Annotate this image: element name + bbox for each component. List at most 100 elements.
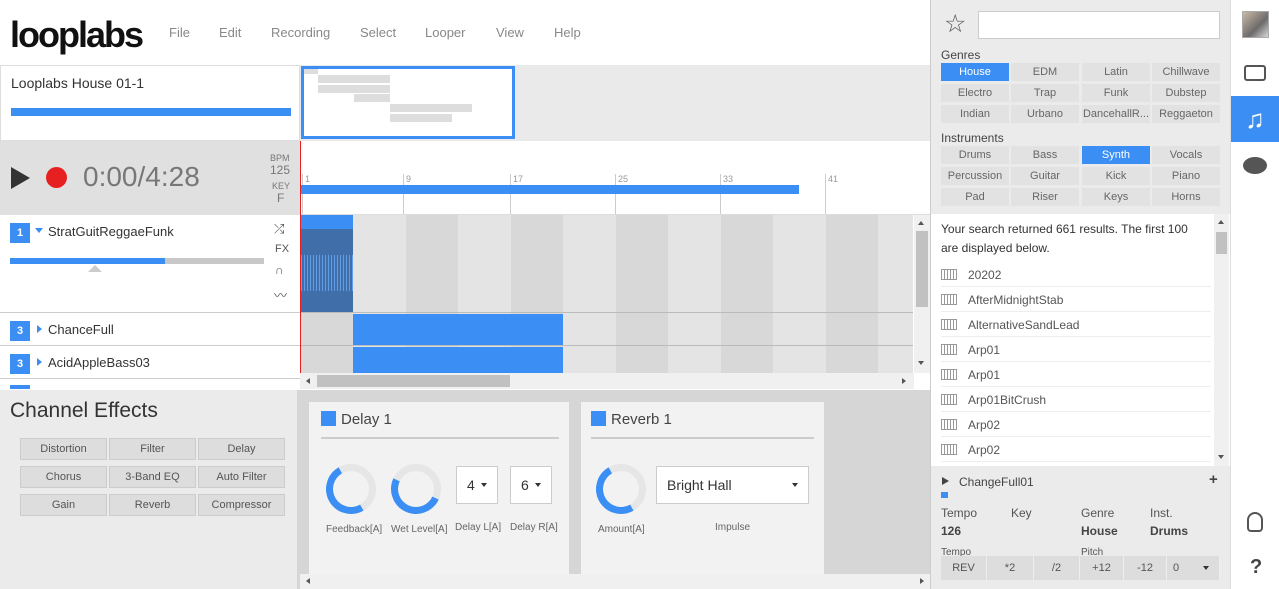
expand-icon[interactable] xyxy=(37,325,42,333)
grid-horizontal-scrollbar[interactable] xyxy=(300,373,914,389)
scroll-thumb[interactable] xyxy=(1216,232,1227,254)
instrument-synth-button[interactable]: Synth xyxy=(1082,146,1150,164)
preview-play-icon[interactable] xyxy=(942,477,949,485)
loop-region-bar[interactable] xyxy=(300,185,799,194)
menu-edit[interactable]: Edit xyxy=(219,25,241,40)
instrument-drums-button[interactable]: Drums xyxy=(941,146,1009,164)
headphones-icon[interactable]: ∩ xyxy=(275,263,284,277)
instrument-bass-button[interactable]: Bass xyxy=(1011,146,1079,164)
fx-autofilter-button[interactable]: Auto Filter xyxy=(198,466,285,488)
scroll-down-icon[interactable] xyxy=(918,361,924,365)
track-header-1[interactable]: 1 StratGuitReggaeFunk ⤮ FX ∩ 〰 xyxy=(0,215,300,313)
wet-level-knob[interactable] xyxy=(383,456,449,522)
fx-icon[interactable]: FX xyxy=(275,243,289,255)
fx-delay-button[interactable]: Delay xyxy=(198,438,285,460)
menu-recording[interactable]: Recording xyxy=(271,25,330,40)
genre-reggaeton-button[interactable]: Reggaeton xyxy=(1152,105,1220,123)
fx-eq-button[interactable]: 3-Band EQ xyxy=(109,466,196,488)
instrument-pad-button[interactable]: Pad xyxy=(941,188,1009,206)
genre-indian-button[interactable]: Indian xyxy=(941,105,1009,123)
menu-select[interactable]: Select xyxy=(360,25,396,40)
instrument-keys-button[interactable]: Keys xyxy=(1082,188,1150,206)
effects-horizontal-scrollbar[interactable] xyxy=(300,574,930,589)
grid-vertical-scrollbar[interactable] xyxy=(914,215,930,373)
audio-clip[interactable] xyxy=(301,215,353,312)
menu-help[interactable]: Help xyxy=(554,25,581,40)
genre-dubstep-button[interactable]: Dubstep xyxy=(1152,84,1220,102)
result-item[interactable]: Arp02 xyxy=(941,438,1211,462)
genre-house-button[interactable]: House xyxy=(941,63,1009,81)
scroll-down-icon[interactable] xyxy=(1218,455,1224,459)
amount-knob[interactable] xyxy=(590,458,652,520)
pitch-down-button[interactable]: -12 xyxy=(1124,556,1167,580)
collapse-icon[interactable] xyxy=(35,228,43,233)
arrangement-grid[interactable] xyxy=(301,215,913,373)
menu-view[interactable]: View xyxy=(496,25,524,40)
midi-clip[interactable] xyxy=(353,314,563,345)
scroll-up-icon[interactable] xyxy=(918,221,924,225)
track-volume-slider[interactable] xyxy=(10,258,264,264)
lightbulb-icon[interactable] xyxy=(1247,512,1263,532)
app-logo[interactable]: looplabs xyxy=(10,14,150,55)
track-name[interactable]: AcidAppleBass03 xyxy=(48,355,150,370)
favorite-star-icon[interactable]: ☆ xyxy=(944,9,966,39)
bpm-value[interactable]: 125 xyxy=(270,163,290,177)
help-icon[interactable]: ? xyxy=(1250,556,1262,579)
tempo-half-button[interactable]: /2 xyxy=(1034,556,1080,580)
pitch-up-button[interactable]: +12 xyxy=(1080,556,1124,580)
instrument-piano-button[interactable]: Piano xyxy=(1152,167,1220,185)
instrument-vocals-button[interactable]: Vocals xyxy=(1152,146,1220,164)
music-library-icon[interactable]: ♫ xyxy=(1231,96,1279,142)
impulse-select[interactable]: Bright Hall xyxy=(656,466,809,504)
shuffle-icon[interactable]: ⤮ xyxy=(274,221,284,237)
genre-trap-button[interactable]: Trap xyxy=(1011,84,1079,102)
result-item[interactable]: 20202 xyxy=(941,263,1211,287)
fx-distortion-button[interactable]: Distortion xyxy=(20,438,107,460)
volume-handle-icon[interactable] xyxy=(88,265,102,272)
results-scrollbar[interactable] xyxy=(1214,214,1229,466)
genre-latin-button[interactable]: Latin xyxy=(1082,63,1150,81)
fx-chorus-button[interactable]: Chorus xyxy=(20,466,107,488)
fx-gain-button[interactable]: Gain xyxy=(20,494,107,516)
chat-icon[interactable] xyxy=(1231,142,1279,188)
scroll-right-icon[interactable] xyxy=(920,578,924,584)
timeline-ruler[interactable]: 1 9 17 25 33 41 xyxy=(300,141,930,215)
record-icon[interactable] xyxy=(46,167,67,188)
expand-icon[interactable] xyxy=(37,358,42,366)
genre-funk-button[interactable]: Funk xyxy=(1082,84,1150,102)
scroll-right-icon[interactable] xyxy=(902,378,906,384)
result-item[interactable]: Arp02 xyxy=(941,413,1211,437)
automation-icon[interactable]: 〰 xyxy=(274,285,287,304)
track-name[interactable]: ChanceFull xyxy=(48,322,114,337)
add-icon[interactable]: + xyxy=(1209,471,1218,488)
instrument-riser-button[interactable]: Riser xyxy=(1011,188,1079,206)
scroll-left-icon[interactable] xyxy=(306,378,310,384)
fx-compressor-button[interactable]: Compressor xyxy=(198,494,285,516)
result-item[interactable]: AfterMidnightStab xyxy=(941,288,1211,312)
pitch-select[interactable]: 0 xyxy=(1167,556,1220,580)
scroll-up-icon[interactable] xyxy=(1218,220,1224,224)
scroll-thumb[interactable] xyxy=(317,375,510,387)
track-name[interactable]: StratGuitReggaeFunk xyxy=(48,224,174,239)
result-item[interactable]: AlternativeSandLead xyxy=(941,313,1211,337)
genre-chillwave-button[interactable]: Chillwave xyxy=(1152,63,1220,81)
track-header-3[interactable]: 3 AcidAppleBass03 xyxy=(0,347,300,379)
key-value[interactable]: F xyxy=(277,191,284,205)
scroll-thumb[interactable] xyxy=(916,231,928,307)
overview-viewport[interactable] xyxy=(301,66,515,139)
result-item[interactable]: Arp01 xyxy=(941,338,1211,362)
midi-clip[interactable] xyxy=(353,347,563,373)
result-item[interactable]: Arp01 xyxy=(941,363,1211,387)
storage-icon[interactable] xyxy=(1231,50,1279,96)
delay-l-select[interactable]: 4 xyxy=(456,466,498,504)
genre-urbano-button[interactable]: Urbano xyxy=(1011,105,1079,123)
delay-enable-toggle[interactable] xyxy=(321,411,336,426)
user-avatar[interactable] xyxy=(1242,11,1269,38)
reverb-enable-toggle[interactable] xyxy=(591,411,606,426)
fx-reverb-button[interactable]: Reverb xyxy=(109,494,196,516)
fx-filter-button[interactable]: Filter xyxy=(109,438,196,460)
result-item[interactable]: Arp01BitCrush xyxy=(941,388,1211,412)
menu-file[interactable]: File xyxy=(169,25,190,40)
reverse-button[interactable]: REV xyxy=(941,556,987,580)
instrument-percussion-button[interactable]: Percussion xyxy=(941,167,1009,185)
